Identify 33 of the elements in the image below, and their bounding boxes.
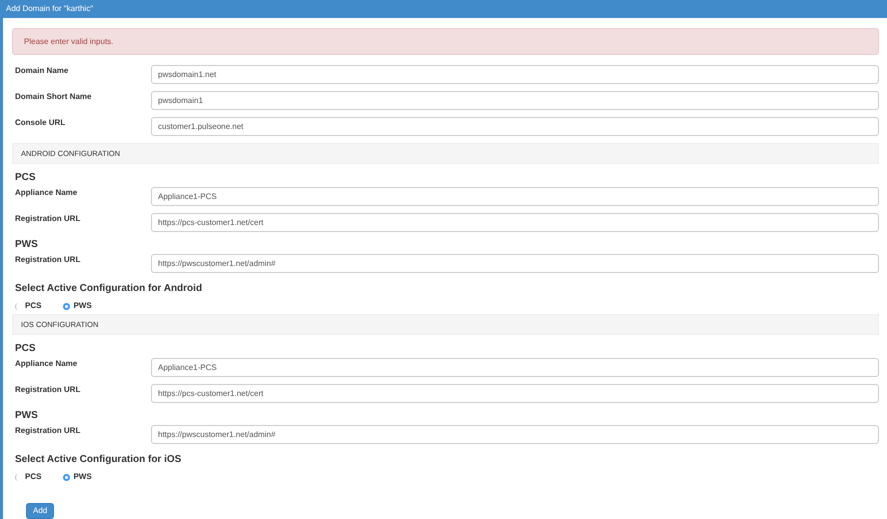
field-label: Domain Name	[14, 65, 70, 76]
alert-text: Please enter valid inputs.	[24, 36, 114, 48]
input-field[interactable]: https://pcs-customer1.net/cert	[151, 384, 879, 403]
radio-option[interactable]: PCS	[15, 300, 42, 312]
radio-option[interactable]: PWS	[63, 471, 92, 483]
field-label: Registration URL	[14, 213, 82, 224]
input-field[interactable]: Appliance1-PCS	[151, 358, 879, 377]
input-field[interactable]: Appliance1-PCS	[151, 187, 879, 206]
field-label: Appliance Name	[14, 358, 78, 369]
field-label: Appliance Name	[14, 187, 78, 198]
input-field[interactable]: pwsdomain1.net	[151, 65, 879, 84]
input-field[interactable]: https://pwscustomer1.net/admin#	[151, 425, 879, 444]
input-field[interactable]: pwsdomain1	[151, 91, 879, 110]
field-label: Console URL	[14, 117, 66, 128]
dialog-title: Add Domain for "karthic"	[6, 3, 94, 15]
radio-button[interactable]	[63, 474, 70, 480]
group-heading: PCS	[14, 172, 37, 184]
group-heading: PWS	[14, 410, 39, 422]
field-label: Registration URL	[14, 384, 82, 395]
group-heading: PWS	[14, 239, 39, 251]
add-button[interactable]: Add	[26, 503, 54, 519]
radio-button[interactable]	[63, 302, 70, 310]
field-label: Registration URL	[14, 425, 82, 436]
field-label: Registration URL	[14, 254, 82, 265]
group-heading: PCS	[14, 343, 37, 355]
radio-option[interactable]: PWS	[63, 300, 92, 312]
input-field[interactable]: https://pwscustomer1.net/admin#	[151, 254, 879, 273]
input-field[interactable]: https://pcs-customer1.net/cert	[151, 213, 879, 232]
radio-option[interactable]: PCS	[15, 471, 42, 483]
field-label: Domain Short Name	[14, 91, 92, 102]
select-heading: Select Active Configuration for Android	[14, 283, 204, 295]
select-heading: Select Active Configuration for iOS	[14, 454, 182, 466]
input-field[interactable]: customer1.pulseone.net	[151, 117, 879, 136]
